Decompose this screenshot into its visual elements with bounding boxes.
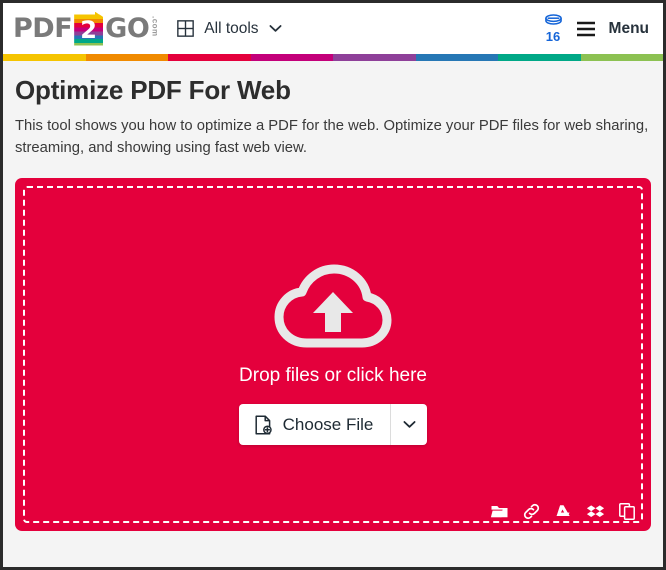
coin-icon: [544, 14, 563, 26]
credits-count: 16: [545, 29, 561, 44]
logo-go-text: GO: [105, 13, 150, 44]
file-add-icon: [255, 415, 272, 435]
brand-color-stripe: [3, 54, 663, 61]
stripe-segment-1: [3, 54, 86, 61]
header-left-group: PDF 2 GO .com All tools: [13, 11, 544, 46]
stripe-segment-5: [333, 54, 416, 61]
grid-icon: [177, 20, 195, 37]
menu-label[interactable]: Menu: [609, 20, 649, 38]
page-description: This tool shows you how to optimize a PD…: [15, 118, 649, 156]
logo-com-text: .com: [150, 15, 160, 37]
chevron-down-icon: [403, 420, 416, 429]
stripe-segment-3: [168, 54, 251, 61]
page-title: Optimize PDF For Web: [15, 75, 291, 105]
all-tools-menu[interactable]: All tools: [177, 19, 282, 38]
choose-file-button[interactable]: Choose File: [239, 404, 391, 445]
file-upload-card[interactable]: Drop files or click here Choose File: [15, 177, 651, 531]
browser-page: PDF 2 GO .com All tools 16 Menu Optimize…: [0, 0, 666, 570]
copy-paste-icon[interactable]: [618, 502, 637, 521]
stripe-segment-6: [415, 54, 498, 61]
credits-indicator[interactable]: 16: [544, 14, 563, 43]
all-tools-label: All tools: [204, 19, 259, 37]
cloud-upload-icon: [274, 263, 392, 365]
upload-source-icons: [490, 502, 637, 521]
stripe-segment-7: [498, 54, 581, 61]
header-right-group: 16 Menu: [544, 14, 649, 43]
chevron-down-icon: [269, 24, 282, 33]
file-dropzone[interactable]: Drop files or click here Choose File: [23, 185, 643, 523]
hamburger-menu-icon[interactable]: [576, 21, 596, 37]
dropbox-icon[interactable]: [586, 502, 605, 521]
folder-icon[interactable]: [490, 502, 509, 521]
pdf2go-logo[interactable]: PDF 2 GO .com: [13, 11, 160, 46]
main-content: Optimize PDF For Web This tool shows you…: [3, 61, 663, 531]
logo-document-icon: 2: [74, 11, 104, 46]
stripe-segment-2: [85, 54, 168, 61]
choose-file-label: Choose File: [282, 414, 374, 434]
choose-file-group: Choose File: [238, 404, 428, 446]
choose-file-dropdown-toggle[interactable]: [390, 404, 427, 446]
dropzone-text: Drop files or click here: [239, 365, 427, 387]
google-drive-icon[interactable]: [554, 502, 573, 521]
stripe-segment-8: [580, 54, 663, 61]
logo-pdf-text: PDF: [13, 13, 73, 44]
logo-number-two: 2: [80, 15, 97, 44]
link-icon[interactable]: [522, 502, 541, 521]
site-header: PDF 2 GO .com All tools 16 Menu: [3, 3, 663, 54]
stripe-segment-4: [250, 54, 333, 61]
